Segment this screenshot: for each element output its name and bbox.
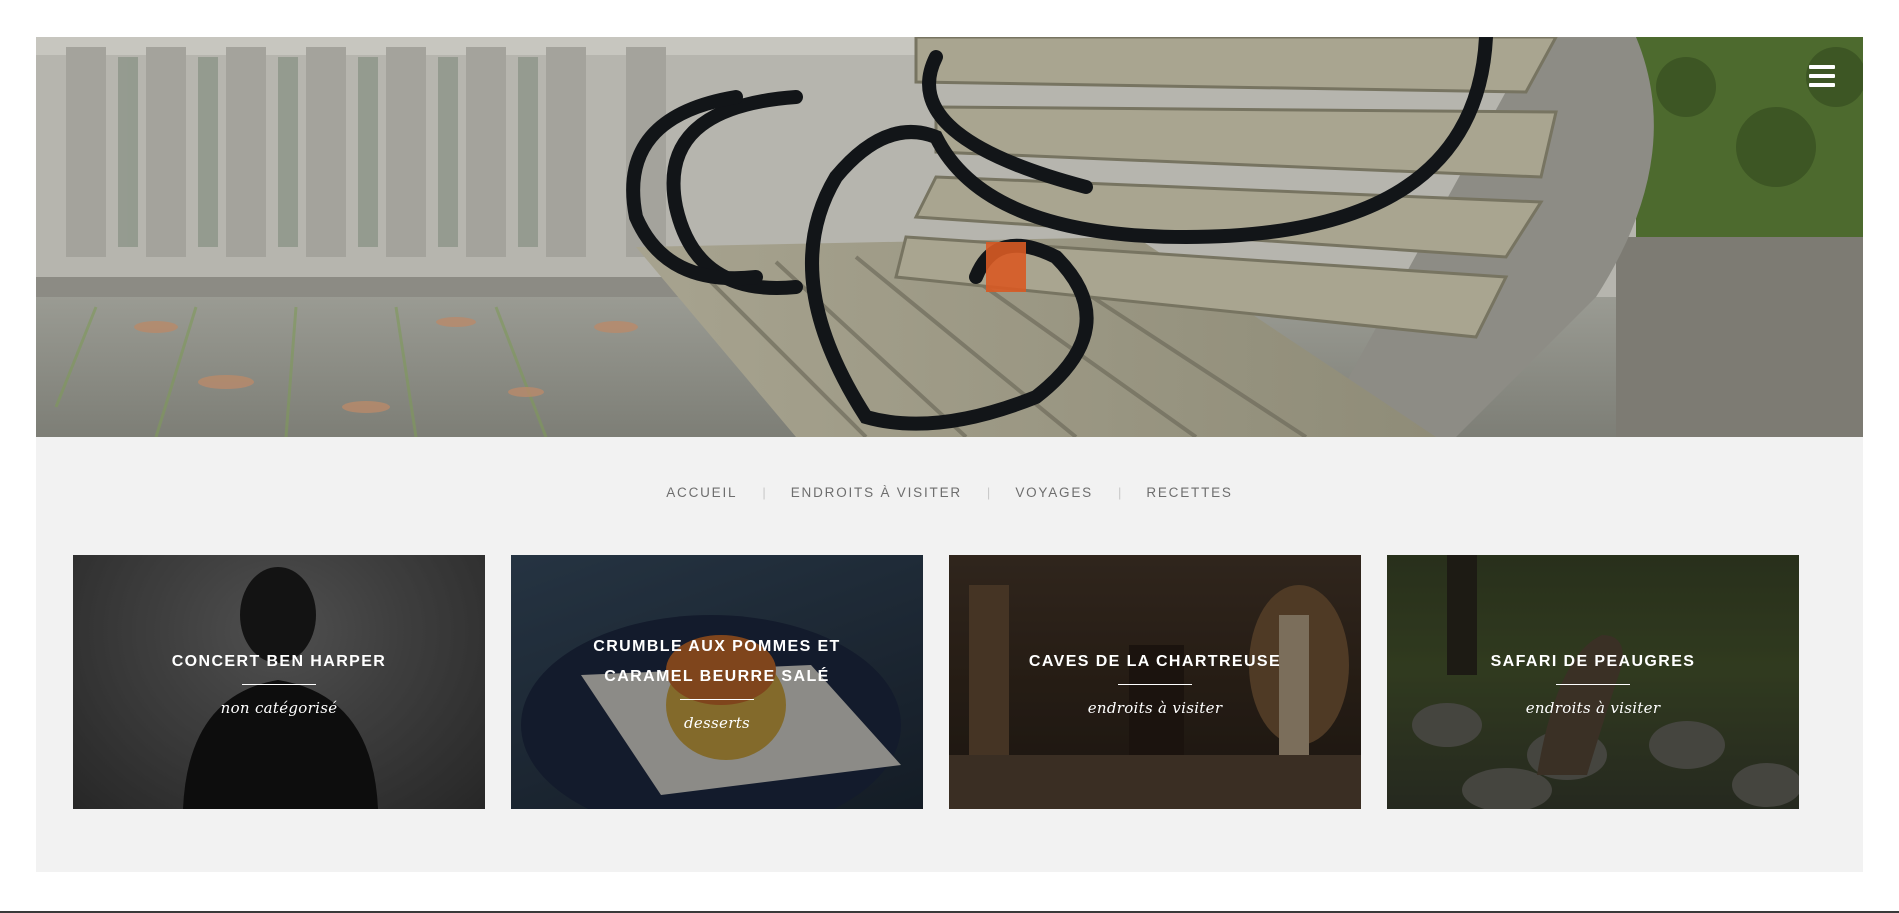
post-title[interactable]: CONCERT BEN HARPER [172, 647, 387, 677]
post-category[interactable]: endroits à visiter [1088, 699, 1223, 717]
nav-item-voyages[interactable]: VOYAGES [990, 485, 1118, 500]
card-content: CRUMBLE AUX POMMES ET CARAMEL BEURRE SAL… [511, 555, 923, 809]
post-card[interactable]: CONCERT BEN HARPER non catégorisé [73, 555, 485, 809]
title-divider [1556, 684, 1630, 685]
post-title[interactable]: CRUMBLE AUX POMMES ET CARAMEL BEURRE SAL… [593, 632, 840, 692]
title-divider [1118, 684, 1192, 685]
post-grid: CONCERT BEN HARPER non catégorisé CRUMBL… [73, 555, 1826, 809]
post-card[interactable]: CAVES DE LA CHARTREUSE endroits à visite… [949, 555, 1361, 809]
post-title[interactable]: SAFARI DE PEAUGRES [1491, 647, 1696, 677]
card-content: SAFARI DE PEAUGRES endroits à visiter [1387, 555, 1799, 809]
title-divider [242, 684, 316, 685]
menu-bar [1809, 74, 1835, 78]
post-card[interactable]: CRUMBLE AUX POMMES ET CARAMEL BEURRE SAL… [511, 555, 923, 809]
nav-item-recettes[interactable]: RECETTES [1121, 485, 1257, 500]
nav-item-endroits-a-visiter[interactable]: ENDROITS À VISITER [766, 485, 987, 500]
card-content: CAVES DE LA CHARTREUSE endroits à visite… [949, 555, 1361, 809]
page-frame: ACCUEIL | ENDROITS À VISITER | VOYAGES |… [36, 37, 1863, 872]
post-card[interactable]: SAFARI DE PEAUGRES endroits à visiter [1387, 555, 1799, 809]
post-category[interactable]: desserts [684, 714, 750, 732]
post-category[interactable]: endroits à visiter [1526, 699, 1661, 717]
card-content: CONCERT BEN HARPER non catégorisé [73, 555, 485, 809]
post-category[interactable]: non catégorisé [221, 699, 338, 717]
bench-photo [36, 37, 1863, 437]
title-divider [680, 699, 754, 700]
hero-banner-image [36, 37, 1863, 437]
menu-bar [1809, 65, 1835, 69]
main-navigation: ACCUEIL | ENDROITS À VISITER | VOYAGES |… [36, 437, 1863, 547]
nav-item-accueil[interactable]: ACCUEIL [641, 485, 762, 500]
hamburger-menu-icon[interactable] [1809, 63, 1835, 89]
post-title[interactable]: CAVES DE LA CHARTREUSE [1029, 647, 1281, 677]
menu-bar [1809, 83, 1835, 87]
